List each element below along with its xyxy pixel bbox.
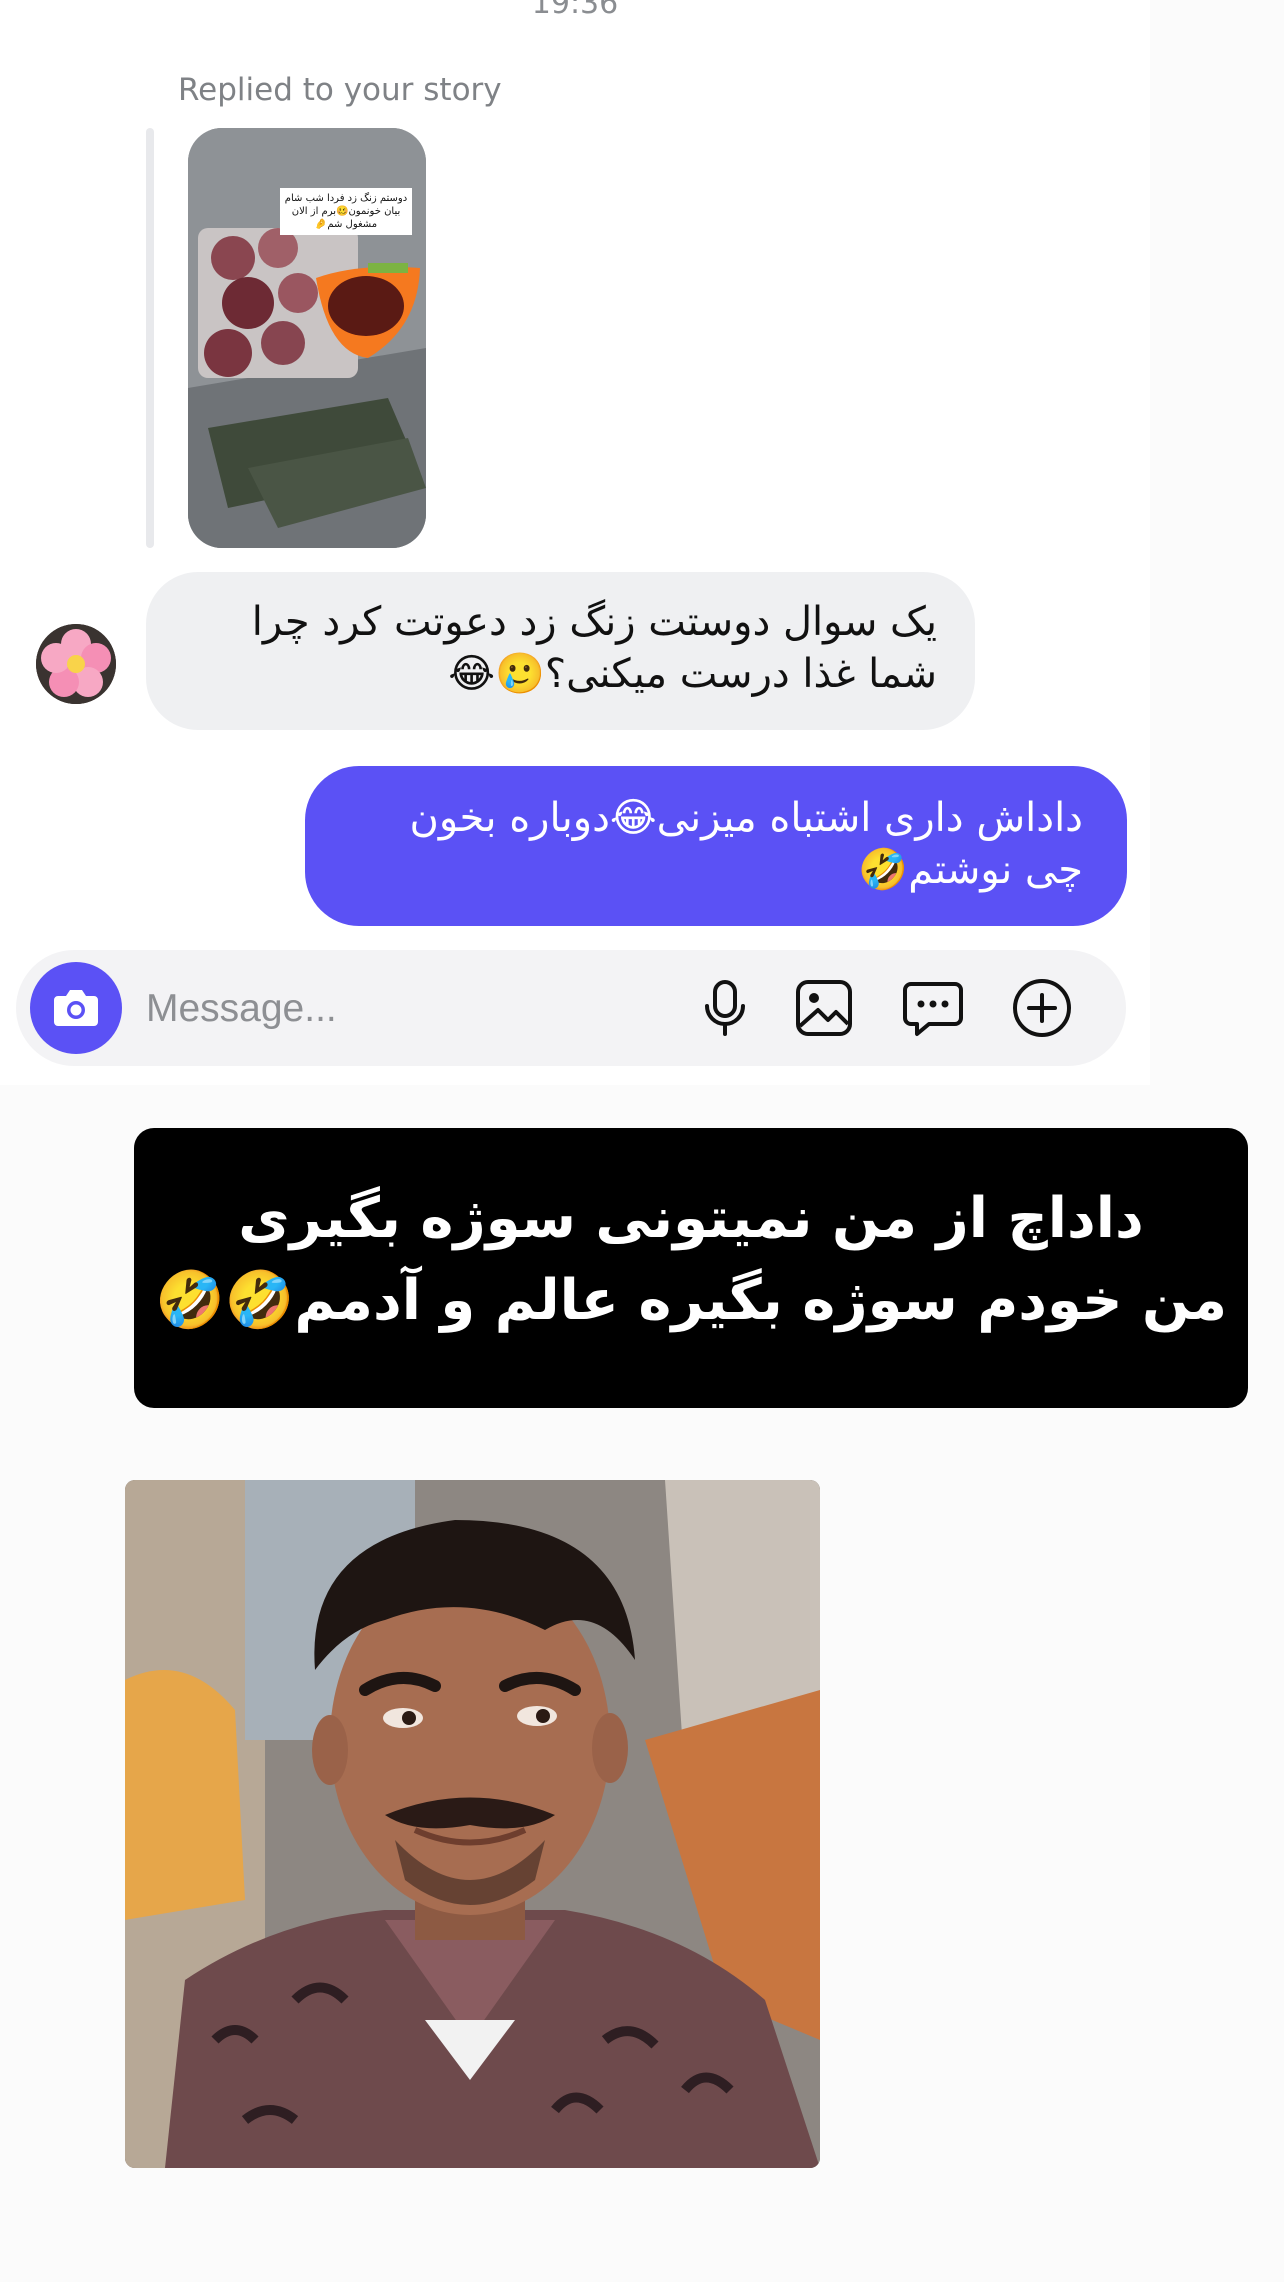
microphone-button[interactable] bbox=[693, 976, 757, 1040]
incoming-message-bubble[interactable]: یک سوال دوستت زنگ زد دعوتت کرد چرا شما غ… bbox=[146, 572, 975, 730]
microphone-icon bbox=[705, 980, 745, 1036]
camera-button[interactable] bbox=[30, 962, 122, 1054]
gallery-icon bbox=[796, 980, 852, 1036]
story-thumbnail[interactable]: دوستم زنگ زد فردا شب شام بیان خونمون🥴برم… bbox=[188, 128, 426, 548]
chat-thread: 19:36 Replied to your story دوستم زنگ زد… bbox=[0, 0, 1150, 1085]
story-reply-bar bbox=[146, 128, 154, 548]
sticker-button[interactable] bbox=[901, 976, 965, 1040]
smiling-man-image bbox=[125, 1480, 820, 2168]
message-composer bbox=[16, 950, 1126, 1066]
more-button[interactable] bbox=[1010, 976, 1074, 1040]
story-caption: دوستم زنگ زد فردا شب شام بیان خونمون🥴برم… bbox=[280, 188, 412, 235]
outgoing-message-bubble[interactable]: داداش داری اشتباه میزنی😂دوباره بخون چی ن… bbox=[305, 766, 1127, 926]
contact-avatar[interactable] bbox=[36, 624, 116, 704]
message-input[interactable] bbox=[144, 972, 668, 1046]
camera-icon bbox=[54, 990, 98, 1026]
story-reply-label: Replied to your story bbox=[178, 72, 502, 108]
message-timestamp: 19:36 bbox=[531, 0, 619, 21]
meme-photo bbox=[125, 1480, 820, 2168]
meme-caption-line-1: داداچ از من نمیتونی سوژه بگیری bbox=[238, 1186, 1144, 1251]
meme-caption-line-2: من خودم سوژه بگیره عالم و آدمم🤣🤣 bbox=[154, 1268, 1228, 1333]
meme-caption-banner: داداچ از من نمیتونی سوژه بگیری من خودم س… bbox=[134, 1128, 1248, 1408]
gallery-button[interactable] bbox=[792, 976, 856, 1040]
chat-bubble-icon bbox=[903, 982, 963, 1036]
plus-circle-icon bbox=[1013, 979, 1071, 1037]
cherry-blossom-icon bbox=[36, 624, 116, 704]
